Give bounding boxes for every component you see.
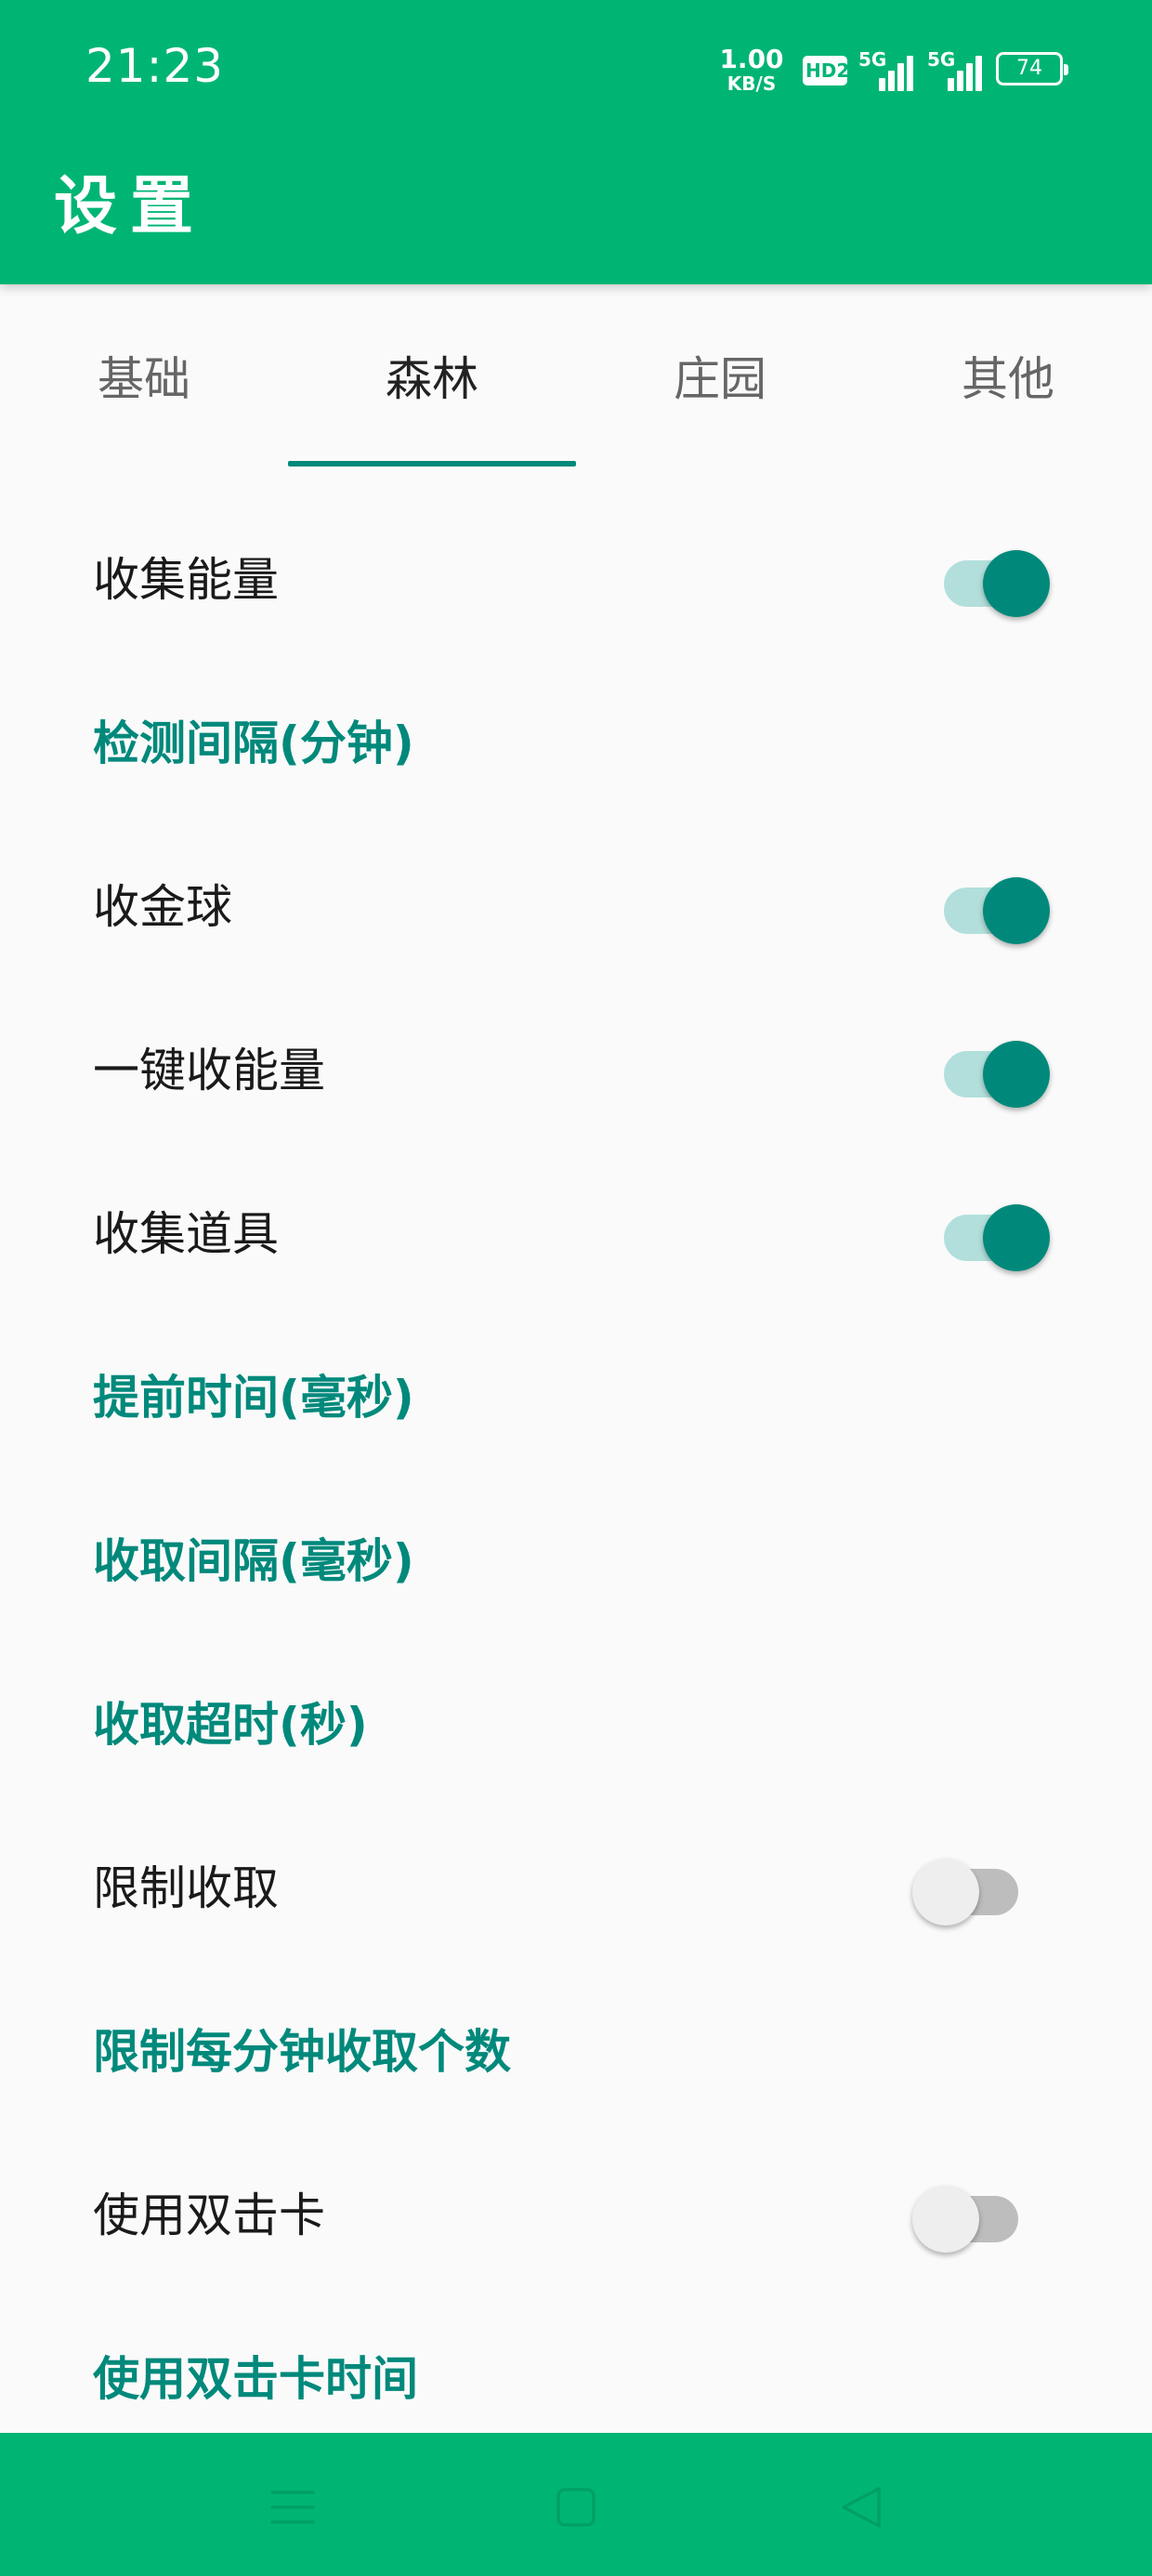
setting-collect-energy[interactable]: 收集能量 (0, 494, 1152, 658)
home-square-icon[interactable] (539, 2470, 613, 2544)
one-click-collect-switch[interactable] (935, 1030, 1050, 1108)
setting-label: 收金球 (93, 880, 232, 934)
setting-label: 收取间隔(毫秒) (93, 1534, 414, 1588)
setting-label: 检测间隔(分钟) (93, 716, 414, 770)
setting-label: 限制收取 (93, 1861, 279, 1915)
battery-icon: 74 (996, 52, 1068, 85)
setting-check-interval[interactable]: 检测间隔(分钟) (0, 658, 1152, 821)
tab-bar: 基础 森林 庄园 其他 (0, 284, 1152, 467)
screen: 21:23 1.00 KB/S HD2 5G 5G 74 设置 基础 森林 庄园… (0, 0, 1152, 2576)
setting-label: 收取超时(秒) (93, 1698, 368, 1752)
setting-limit-collect[interactable]: 限制收取 (0, 1803, 1152, 1966)
limit-collect-switch[interactable] (912, 1847, 1028, 1925)
setting-label: 提前时间(毫秒) (93, 1371, 414, 1425)
menu-icon[interactable] (255, 2470, 330, 2544)
tab-manor[interactable]: 庄园 (576, 284, 864, 467)
back-triangle-icon[interactable] (825, 2470, 899, 2544)
setting-label: 使用双击卡时间 (93, 2352, 418, 2406)
signal-1-label: 5G (858, 48, 887, 71)
setting-use-double-card[interactable]: 使用双击卡 (0, 2130, 1152, 2293)
setting-collect-interval[interactable]: 收取间隔(毫秒) (0, 1476, 1152, 1639)
tab-basic[interactable]: 基础 (0, 284, 288, 467)
signal-2-label: 5G (927, 48, 956, 71)
setting-collect-gold-ball[interactable]: 收金球 (0, 821, 1152, 985)
setting-label: 一键收能量 (93, 1044, 325, 1097)
network-speed-value: 1.00 (719, 44, 784, 74)
setting-collect-timeout[interactable]: 收取超时(秒) (0, 1639, 1152, 1803)
collect-energy-switch[interactable] (935, 539, 1050, 617)
setting-label: 使用双击卡 (93, 2188, 325, 2242)
page-title: 设置 (54, 170, 207, 243)
tab-forest[interactable]: 森林 (288, 284, 576, 467)
signal-1-icon: 5G (858, 48, 918, 91)
setting-advance-time[interactable]: 提前时间(毫秒) (0, 1312, 1152, 1476)
use-double-card-switch[interactable] (912, 2175, 1028, 2253)
hd-voice-icon: HD2 (803, 56, 849, 85)
tab-indicator (288, 461, 576, 467)
setting-collect-props[interactable]: 收集道具 (0, 1149, 1152, 1312)
signal-2-icon: 5G (927, 48, 987, 91)
network-speed: 1.00 KB/S (719, 44, 784, 95)
setting-limit-per-minute[interactable]: 限制每分钟收取个数 (0, 1966, 1152, 2130)
collect-gold-ball-switch[interactable] (935, 866, 1050, 944)
network-speed-unit: KB/S (727, 72, 777, 95)
setting-label: 收集道具 (93, 1207, 279, 1261)
app-header: 21:23 1.00 KB/S HD2 5G 5G 74 设置 (0, 0, 1152, 284)
setting-label: 限制每分钟收取个数 (93, 2025, 511, 2079)
setting-label: 收集能量 (93, 553, 279, 607)
tab-other[interactable]: 其他 (864, 284, 1152, 467)
system-navigation-bar (0, 2433, 1152, 2576)
collect-props-switch[interactable] (935, 1193, 1050, 1271)
setting-one-click-collect[interactable]: 一键收能量 (0, 985, 1152, 1149)
status-time: 21:23 (85, 39, 225, 93)
status-icons: 1.00 KB/S HD2 5G 5G 74 (719, 43, 1072, 99)
